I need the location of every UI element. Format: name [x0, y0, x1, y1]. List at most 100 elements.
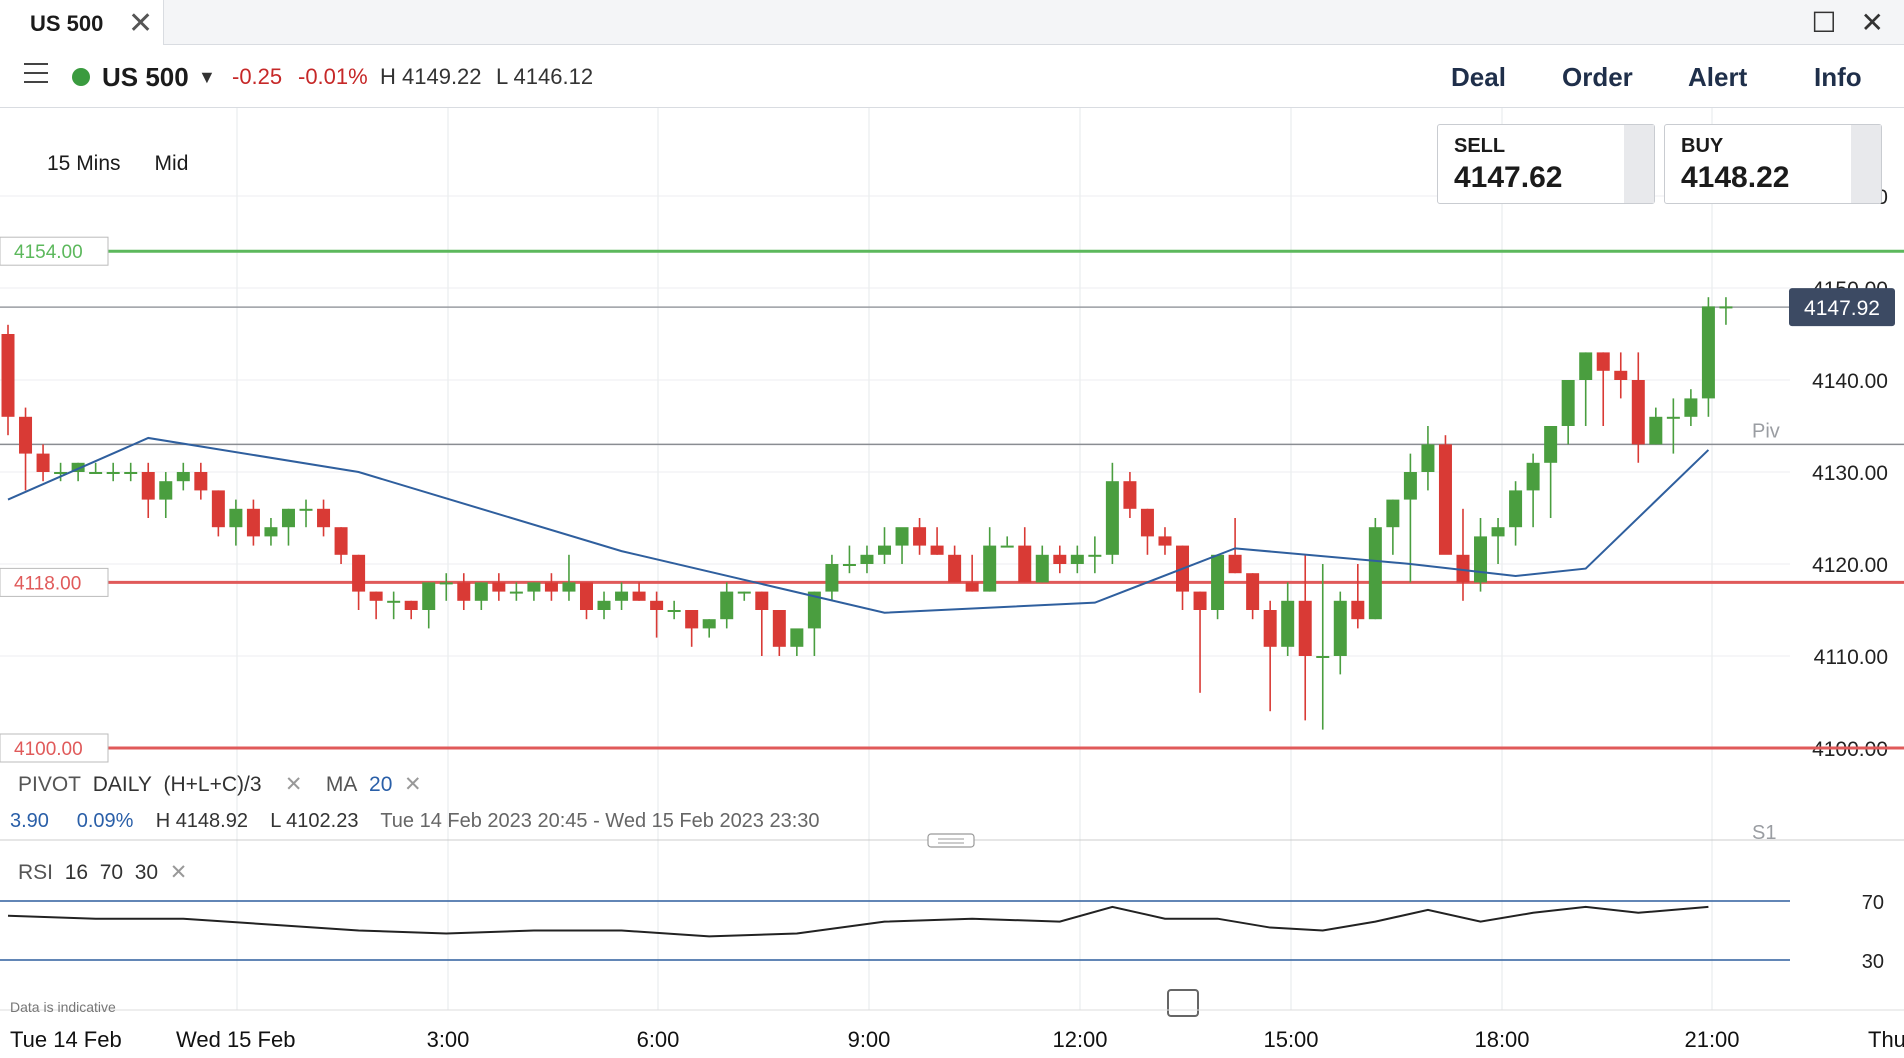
candle-body — [334, 527, 348, 555]
candle-body — [1246, 573, 1260, 610]
candle-body — [579, 582, 593, 610]
maximize-icon[interactable]: ☐ — [1811, 7, 1836, 38]
candle-body — [930, 545, 944, 555]
candle-body — [1281, 600, 1295, 647]
close-tab-icon[interactable]: ✕ — [128, 6, 153, 41]
candle-body — [1491, 527, 1505, 537]
candle-body — [1, 334, 15, 417]
candle-body — [615, 591, 629, 601]
interval-selector[interactable]: 15 Mins — [47, 152, 121, 175]
candle-body — [1579, 352, 1593, 380]
close-window-icon[interactable]: ✕ — [1861, 7, 1884, 38]
rsi-lower-label: 30 — [1862, 951, 1884, 973]
candle-body — [159, 481, 173, 500]
candle-body — [544, 582, 558, 592]
x-tick-label: 9:00 — [848, 1027, 891, 1052]
x-tick-label: 15:00 — [1263, 1027, 1318, 1052]
buy-button[interactable]: BUY 4148.22 — [1664, 124, 1882, 204]
candle-body — [1614, 370, 1628, 380]
candle-body — [281, 508, 295, 528]
x-tick-label: 18:00 — [1474, 1027, 1529, 1052]
instrument-symbol[interactable]: US 500 — [102, 62, 189, 93]
chevron-down-icon[interactable]: ▼ — [198, 67, 216, 88]
candle-body — [632, 591, 646, 601]
candle-body — [790, 628, 804, 647]
range-change: 3.90 — [10, 810, 49, 832]
alert-button[interactable]: Alert — [1688, 62, 1747, 93]
range-stats-row: 3.90 0.09% H 4148.92 L 4102.23 Tue 14 Fe… — [10, 810, 820, 833]
candle-body — [1403, 472, 1417, 500]
candle-body — [492, 582, 506, 592]
y-tick-label: 4110.00 — [1814, 646, 1888, 669]
candle-body — [229, 508, 243, 528]
candle-body — [1070, 554, 1084, 564]
candle-body — [965, 582, 979, 592]
candle-body — [141, 472, 155, 500]
x-tick-label: Tue 14 Feb — [10, 1027, 122, 1052]
info-button[interactable]: Info — [1814, 62, 1862, 93]
range-dates: Tue 14 Feb 2023 20:45 - Wed 15 Feb 2023 … — [380, 810, 820, 832]
candle-body — [1386, 499, 1400, 528]
candle-body — [1316, 656, 1330, 658]
tab-us500[interactable]: US 500 ✕ — [0, 0, 164, 45]
pivot-label: PIVOT — [18, 773, 82, 796]
candle-body — [1666, 416, 1680, 419]
candle-body — [124, 472, 138, 474]
candle-body — [387, 600, 401, 603]
remove-rsi-icon[interactable]: ✕ — [170, 861, 188, 884]
window-controls: ☐ ✕ — [1787, 6, 1884, 39]
calendar-icon — [1167, 989, 1199, 1017]
candle-body — [1368, 527, 1382, 620]
instrument-bar: US 500 ▼ -0.25 -0.01% H 4149.22 L 4146.1… — [0, 45, 1904, 108]
candle-body — [1228, 554, 1242, 574]
range-change-percent: 0.09% — [76, 810, 134, 832]
candle-body — [860, 554, 874, 564]
candle-body — [597, 600, 611, 610]
level-label: 4154.00 — [14, 242, 83, 263]
candle-body — [1684, 398, 1698, 417]
price-type-selector[interactable]: Mid — [155, 152, 189, 175]
x-tick-label: 3:00 — [427, 1027, 470, 1052]
remove-ma-icon[interactable]: ✕ — [404, 773, 422, 796]
candle-body — [562, 582, 576, 592]
day-high: H 4149.22 — [380, 64, 482, 89]
price-change: -0.25 — [232, 64, 283, 89]
hamburger-menu-icon[interactable] — [24, 63, 48, 83]
candle-body — [106, 472, 120, 474]
rsi-upper: 70 — [99, 861, 124, 884]
rsi-label: RSI — [18, 861, 54, 884]
candle-body — [1526, 462, 1540, 491]
buy-price: 4148.22 — [1681, 161, 1790, 194]
candle-body — [1351, 600, 1365, 620]
candle-body — [1211, 554, 1225, 610]
candle-body — [755, 591, 769, 610]
candle-body — [1263, 610, 1277, 647]
candle-body — [1561, 380, 1575, 426]
range-high: H 4148.92 — [155, 810, 248, 832]
candle-body — [667, 610, 681, 612]
deal-button[interactable]: Deal — [1451, 62, 1506, 93]
sell-label: SELL — [1454, 135, 1506, 157]
candle-body — [176, 472, 190, 482]
ma-label: MA — [325, 773, 358, 796]
candle-body — [842, 564, 856, 566]
x-tick-label: 6:00 — [637, 1027, 680, 1052]
rsi-upper-label: 70 — [1862, 892, 1884, 914]
pivot-formula: (H+L+C)/3 — [163, 773, 262, 796]
remove-pivot-icon[interactable]: ✕ — [285, 773, 303, 796]
order-button[interactable]: Order — [1562, 62, 1633, 93]
candle-body — [878, 545, 891, 555]
candle-body — [439, 582, 453, 585]
candle-body — [1088, 554, 1102, 557]
price-change-percent: -0.01% — [298, 64, 368, 89]
candle-body — [1053, 554, 1067, 564]
chart-controls: 15 Mins Mid — [47, 152, 222, 176]
candle-body — [1105, 481, 1119, 555]
candle-body — [737, 591, 751, 594]
candle-body — [1158, 536, 1172, 546]
candle-body — [422, 582, 436, 610]
s1-label: S1 — [1752, 822, 1776, 844]
sell-button[interactable]: SELL 4147.62 — [1437, 124, 1655, 204]
candle-body — [1421, 444, 1435, 472]
x-tick-label: 12:00 — [1052, 1027, 1107, 1052]
